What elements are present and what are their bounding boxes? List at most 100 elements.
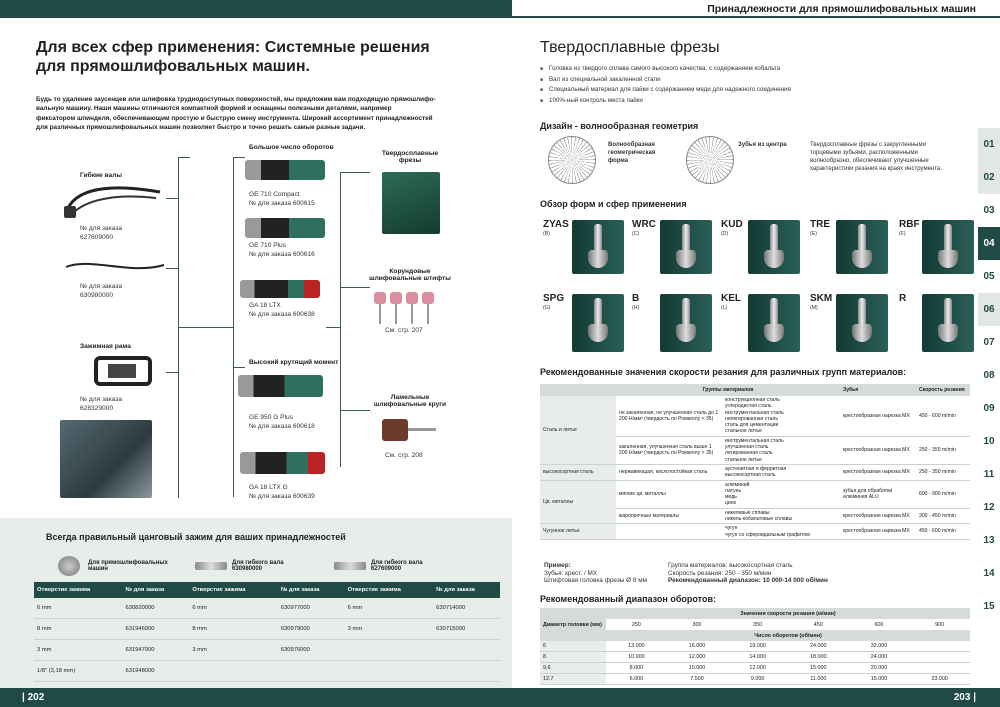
collet-th: Отверстие зажима: [344, 582, 434, 598]
machine-image-ge950: [238, 375, 323, 397]
shape-code: SKM: [810, 293, 833, 304]
flex-shafts-label: Гибкие валы: [80, 172, 123, 179]
example-left: Пример: Зубья: крест. / МХ Штифтовая голов…: [544, 562, 648, 585]
tab-14[interactable]: 14: [978, 557, 1000, 590]
list-item: Специальный материал для пайки с содержа…: [540, 85, 791, 96]
shape-sub: (G): [543, 305, 551, 311]
tab-09[interactable]: 09: [978, 392, 1000, 425]
top-bar-right: Принадлежности для прямошлифовальных маш…: [512, 0, 1000, 18]
shape-sub: (M): [810, 305, 818, 311]
table-row: высокосортная сталь нержавеющая, кислото…: [540, 464, 970, 481]
shape-code: KUD: [721, 219, 743, 230]
burr-zyas-image: [572, 220, 624, 274]
burr-wrc-image: [660, 220, 712, 274]
tree-branch: [166, 268, 178, 269]
rpm-table: Диаметр головки (мм) Значения скорости ре…: [540, 608, 970, 685]
design-text: Твердосплавные фрезы с закругленными торц…: [810, 142, 942, 172]
chapter-tabs: 01 02 03 04 05 06 07 08 09 10 11 12 13 1…: [978, 128, 1000, 623]
machine-ge710plus: GE 710 Plus № для заказа 600616: [249, 242, 315, 258]
section-header: Принадлежности для прямошлифовальных маш…: [707, 3, 976, 15]
tab-02[interactable]: 02: [978, 161, 1000, 194]
clamp-frame-order: № для заказа 628329000: [80, 396, 123, 412]
right-title: Твердосплавные фрезы: [540, 39, 720, 56]
clamp-frame-image: [94, 356, 152, 386]
rpm-th-speed: 600: [848, 619, 910, 630]
collet-image-3: [334, 562, 366, 570]
table-row: 6 mm 630820000 6 mm 630977000 6 mm 630714000: [34, 598, 500, 619]
clamp-frame-label: Зажимная рама: [80, 343, 131, 350]
collet-image-1: [58, 556, 80, 576]
tab-01[interactable]: 01: [978, 128, 1000, 161]
left-title-2: для прямошлифовальных машин.: [36, 58, 310, 75]
collet-image-2: [195, 562, 227, 570]
rpm-th: Число оборотов (об/мин): [606, 630, 970, 641]
rpm-th-speed: 900: [909, 619, 970, 630]
rpm-th-speed: 450: [787, 619, 849, 630]
burr-r-image: [922, 294, 974, 352]
tab-12[interactable]: 12: [978, 491, 1000, 524]
tab-15[interactable]: 15: [978, 590, 1000, 623]
machine-image-ga18ltxg: [240, 452, 325, 474]
tab-03[interactable]: 03: [978, 194, 1000, 227]
table-row: 3 mm 631947000 3 mm 630976000: [34, 639, 500, 661]
tree-line-acc: [340, 172, 341, 467]
collet-title: Всегда правильный цанговый зажим для ваш…: [46, 532, 346, 542]
tree-branch: [340, 172, 370, 173]
burr-spg-image: [572, 294, 624, 352]
bottom-bar: [0, 688, 1000, 707]
machine-ge950: GE 950 G Plus № для заказа 600618: [249, 414, 315, 430]
tree-branch: [340, 287, 370, 288]
speed-th: Скорость резания: [916, 384, 970, 396]
tab-07[interactable]: 07: [978, 326, 1000, 359]
example-right: Группа материалов: высокосортная сталь Ск…: [668, 562, 828, 585]
tree-branch: [326, 327, 340, 328]
speed-th-blank: [540, 384, 616, 396]
tree-branch: [166, 198, 178, 199]
table-row: Сталь и литье не закаленная, не улучшенн…: [540, 396, 970, 465]
collet-group-3: Для гибкого вала 627609000: [371, 560, 423, 572]
tab-08[interactable]: 08: [978, 359, 1000, 392]
tab-10[interactable]: 10: [978, 425, 1000, 458]
acc-corundum-label: Корундовые шлифовальные штифты: [369, 268, 451, 282]
tree-branch: [233, 157, 245, 158]
table-row: 8 10.000 12.000 14.000 18.000 24.000: [540, 651, 970, 663]
tab-04[interactable]: 04: [978, 227, 1000, 260]
machine-image-ge710compact: [245, 160, 325, 180]
table-row: 6 13.000 16.000 19.000 24.000 32.000: [540, 641, 970, 652]
burr-tre-image: [836, 220, 888, 274]
collet-th: № для заказа: [433, 582, 500, 598]
rpm-th-speed: 350: [727, 619, 788, 630]
flex-shaft-image-1: [64, 186, 161, 218]
shape-sub: (B): [543, 231, 550, 237]
collet-th: Отверстие зажима: [189, 582, 278, 598]
shape-code: B: [632, 293, 640, 304]
carbide-box-image: [382, 172, 440, 234]
list-item: Вал из специальной закаленной стали: [540, 75, 791, 86]
page-number-left: | 202: [22, 692, 45, 703]
tab-06[interactable]: 06: [978, 293, 1000, 326]
tree-line-machines: [233, 157, 234, 497]
shape-sub: (F): [899, 231, 906, 237]
collet-group-1: Для прямошлифовальных машин: [88, 560, 168, 572]
flap-wheel-image: [382, 419, 436, 441]
tree-branch: [178, 327, 233, 328]
corundum-pins-image: [374, 292, 434, 324]
top-bar-left: [0, 0, 380, 18]
machine-ga18ltxg: GA 18 LTX G № для заказа 600639: [249, 484, 315, 500]
tree-branch: [340, 410, 370, 411]
speed-th: Зубья: [840, 384, 916, 396]
design-title: Дизайн - волнообразная геометрия: [540, 121, 699, 131]
table-row: 9,6 8.000 10.000 12.000 15.000 20.000: [540, 662, 970, 674]
table-row: Цв. металлы мягкие цв. металлы алюминий …: [540, 480, 970, 525]
burr-b-image: [660, 294, 712, 352]
speed-table: Группы материалов Зубья Скорость резания…: [540, 384, 970, 540]
flex-shaft-image-2: [65, 262, 165, 270]
shape-code: WRC: [632, 219, 656, 230]
tab-13[interactable]: 13: [978, 524, 1000, 557]
tab-05[interactable]: 05: [978, 260, 1000, 293]
burr-rbf-image: [922, 220, 974, 274]
group-torque-label: Высокий крутящий момент: [249, 359, 339, 366]
tab-11[interactable]: 11: [978, 458, 1000, 491]
flex-shaft-1-order: № для заказа 627609000: [80, 225, 123, 241]
shape-code: TRE: [810, 219, 830, 230]
